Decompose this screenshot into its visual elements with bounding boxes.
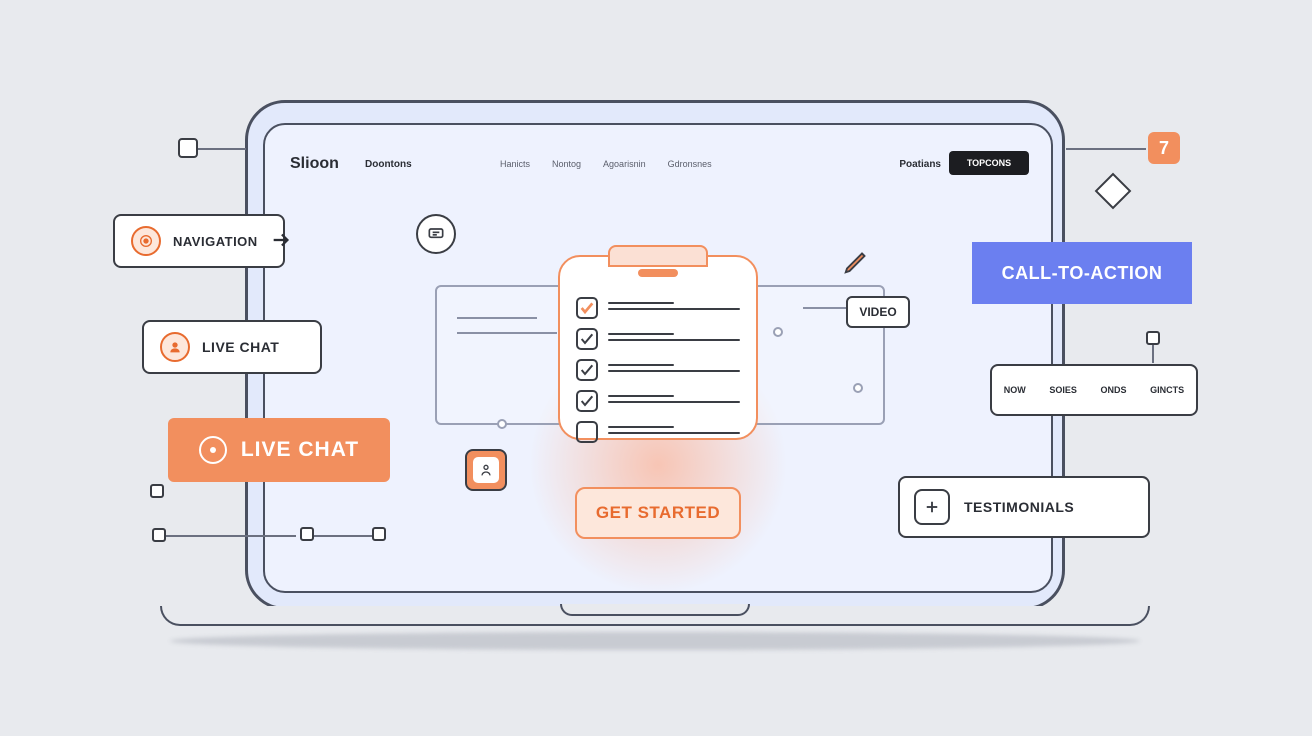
header-right-link[interactable]: Poatians xyxy=(899,159,941,170)
brand-logo: Slioon xyxy=(290,155,339,173)
clipboard-tab xyxy=(608,245,708,267)
feature-icon-box xyxy=(465,449,507,491)
get-started-button[interactable]: GET STARTED xyxy=(575,487,741,539)
deco-square xyxy=(178,138,198,158)
live-chat-button[interactable]: LIVE CHAT xyxy=(168,418,390,482)
annotation-live-chat-small: LIVE CHAT xyxy=(142,320,322,374)
badge-value: 7 xyxy=(1159,138,1169,159)
cta-label: CALL-TO-ACTION xyxy=(1002,263,1163,284)
nav-link[interactable]: Nontog xyxy=(552,159,581,169)
checkbox-checked-icon xyxy=(576,359,598,381)
checkbox-checked-icon xyxy=(576,328,598,350)
mini-tab[interactable]: SOIES xyxy=(1049,385,1077,395)
deco-line xyxy=(1152,345,1154,363)
annotation-label: TESTIMONIALS xyxy=(964,499,1074,515)
annotation-video: VIDEO xyxy=(846,296,910,328)
nav-link[interactable]: Hanicts xyxy=(500,159,530,169)
clipboard-handle xyxy=(638,269,678,277)
annotation-navigation: NAVIGATION xyxy=(113,214,285,268)
deco-node xyxy=(372,527,386,541)
laptop-base xyxy=(160,606,1150,626)
user-icon xyxy=(160,332,190,362)
checkbox-checked-icon xyxy=(576,390,598,412)
badge-number: 7 xyxy=(1148,132,1180,164)
header-nav: Hanicts Nontog Agoarisnin Gdronsnes xyxy=(500,159,712,169)
deco-line xyxy=(1066,148,1146,150)
pencil-icon xyxy=(842,246,872,276)
deco-node xyxy=(1146,331,1160,345)
checkbox-checked-icon xyxy=(576,297,598,319)
deco-line xyxy=(198,148,246,150)
deco-node xyxy=(152,528,166,542)
checklist-card xyxy=(558,255,758,440)
arrow-right-icon xyxy=(270,229,292,254)
laptop-shadow xyxy=(170,632,1140,650)
deco-line xyxy=(314,535,372,537)
brand-subtext: Doontons xyxy=(365,159,412,170)
deco-line xyxy=(166,535,296,537)
deco-node xyxy=(300,527,314,541)
annotation-label: VIDEO xyxy=(859,305,896,319)
record-icon xyxy=(199,436,227,464)
chat-bubble-icon xyxy=(416,214,456,254)
mini-tab[interactable]: ONDS xyxy=(1101,385,1127,395)
mini-tabs: NOW SOIES ONDS GINCTS xyxy=(990,364,1198,416)
annotation-label: NAVIGATION xyxy=(173,234,258,249)
mini-tab[interactable]: NOW xyxy=(1004,385,1026,395)
call-to-action-button[interactable]: CALL-TO-ACTION xyxy=(972,242,1192,304)
target-icon xyxy=(131,226,161,256)
annotation-label: LIVE CHAT xyxy=(202,339,279,355)
live-chat-label: LIVE CHAT xyxy=(241,438,359,462)
diamond-icon xyxy=(1095,173,1132,210)
mini-tab[interactable]: GINCTS xyxy=(1150,385,1184,395)
header-cta-button[interactable]: TOPCONS xyxy=(949,151,1029,175)
annotation-testimonials: TESTIMONIALS xyxy=(898,476,1150,538)
laptop-notch xyxy=(560,604,750,616)
checkbox-empty-icon xyxy=(576,421,598,443)
nav-link[interactable]: Agoarisnin xyxy=(603,159,646,169)
deco-node xyxy=(150,484,164,498)
plus-icon xyxy=(914,489,950,525)
nav-link[interactable]: Gdronsnes xyxy=(668,159,712,169)
